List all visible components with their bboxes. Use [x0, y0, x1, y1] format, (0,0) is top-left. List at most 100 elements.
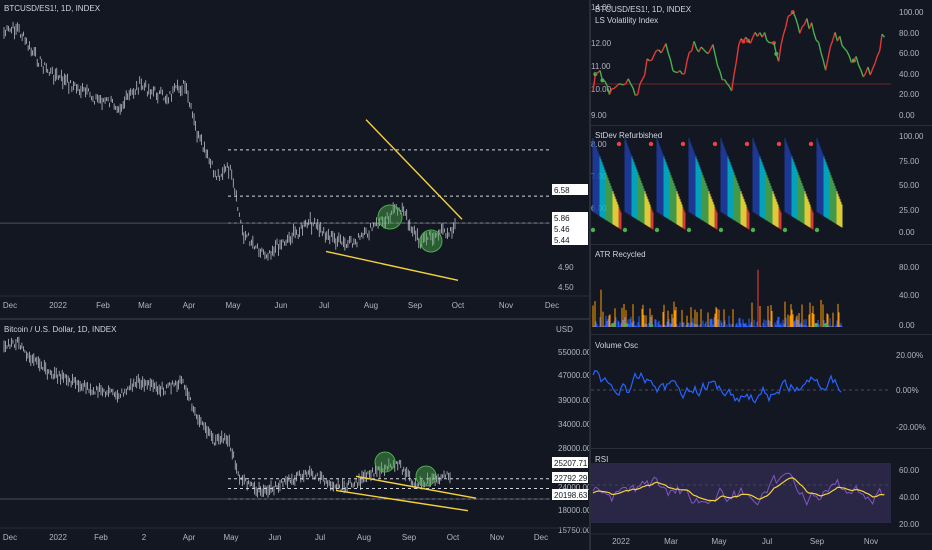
volatility-line-segment[interactable]	[862, 72, 867, 78]
volatility-line-segment[interactable]	[698, 46, 702, 53]
volatility-line-segment[interactable]	[867, 66, 871, 76]
volatility-line-segment[interactable]	[834, 32, 839, 42]
volatility-line-segment[interactable]	[613, 85, 617, 90]
volatility-line-segment[interactable]	[813, 32, 817, 41]
signal-dot[interactable]	[782, 227, 788, 233]
signal-dot[interactable]	[824, 323, 828, 327]
volatility-line-segment[interactable]	[632, 87, 636, 96]
volatility-line-segment[interactable]	[738, 38, 742, 46]
volatility-line-segment[interactable]	[815, 39, 820, 43]
highlight-circle[interactable]	[419, 229, 443, 253]
volatility-line-segment[interactable]	[827, 46, 832, 59]
volatility-line-segment[interactable]	[724, 79, 728, 84]
signal-dot[interactable]	[712, 141, 718, 147]
trend-line[interactable]	[325, 250, 459, 282]
volatility-line-segment[interactable]	[665, 43, 669, 54]
volatility-line-segment[interactable]	[749, 37, 754, 44]
volatility-line-segment[interactable]	[872, 63, 876, 69]
volatility-line-segment[interactable]	[689, 50, 693, 53]
volatility-line-segment[interactable]	[810, 22, 815, 34]
signal-dot[interactable]	[814, 227, 820, 233]
rsi-pane[interactable]: 60.00 40.00 20.00 2022 Mar May Jul Sep Nov RSI	[591, 449, 932, 550]
volatility-line-segment[interactable]	[712, 44, 716, 55]
signal-dot[interactable]	[680, 141, 686, 147]
btc-usd-plot[interactable]: 55000.00 47000.00 39000.00 34000.00 28000.00…	[0, 320, 589, 550]
volatility-line-segment[interactable]	[660, 48, 665, 54]
signal-dot[interactable]	[814, 323, 818, 327]
volatility-line-segment[interactable]	[719, 70, 723, 81]
signal-dot[interactable]	[624, 323, 628, 327]
highlight-circle[interactable]	[415, 465, 437, 487]
volatility-line-segment[interactable]	[806, 18, 810, 30]
volatility-line-segment[interactable]	[785, 16, 789, 28]
signal-dot[interactable]	[750, 227, 756, 233]
rsi-plot[interactable]: 60.00 40.00 20.00 2022 Mar May Jul Sep Nov	[591, 449, 932, 550]
volatility-line-segment[interactable]	[700, 46, 704, 50]
volatility-line-segment[interactable]	[817, 42, 822, 53]
volatility-line-segment[interactable]	[672, 70, 676, 73]
volatility-line-segment[interactable]	[839, 36, 843, 46]
volatility-line-segment[interactable]	[669, 59, 674, 71]
signal-dot[interactable]	[686, 227, 692, 233]
volatility-line-segment[interactable]	[730, 74, 735, 92]
btc-es-ratio-plot[interactable]: 6.58 5.86 5.46 5.44 4.90 4.50 Dec 2022 Feb Mar Apr…	[0, 0, 589, 318]
signal-dot[interactable]	[591, 227, 596, 233]
volatility-line-segment[interactable]	[716, 65, 721, 72]
volume-osc-line[interactable]	[592, 370, 842, 404]
volatility-line-segment[interactable]	[644, 58, 648, 76]
volatility-line-segment[interactable]	[857, 64, 862, 71]
volatility-index-pane[interactable]: 14.00 12.00 11.00 10.00 9.00 100.00 80.00 60.00…	[591, 0, 932, 125]
volatility-line-segment[interactable]	[702, 48, 707, 53]
signal-dot[interactable]	[611, 323, 615, 327]
volatility-line-segment[interactable]	[627, 78, 632, 85]
volume-osc-plot[interactable]: 20.00% 0.00% -20.00%	[591, 335, 932, 448]
volatility-line-segment[interactable]	[860, 69, 864, 78]
volatility-line-segment[interactable]	[801, 23, 806, 28]
trend-line[interactable]	[365, 119, 463, 220]
signal-dot[interactable]	[616, 141, 622, 147]
volatility-line-segment[interactable]	[691, 41, 695, 52]
volatility-line-segment[interactable]	[707, 49, 712, 55]
volatility-line-segment[interactable]	[683, 60, 688, 74]
volatility-line-segment[interactable]	[653, 50, 658, 56]
signal-dot[interactable]	[648, 141, 654, 147]
signal-dot[interactable]	[808, 141, 814, 147]
volume-osc-pane[interactable]: 20.00% 0.00% -20.00% Volume Osc	[591, 335, 932, 448]
volatility-line-segment[interactable]	[824, 58, 829, 71]
volatility-line-segment[interactable]	[735, 44, 740, 62]
volatility-line-segment[interactable]	[602, 79, 605, 82]
signal-dot[interactable]	[649, 323, 653, 327]
volatility-line-segment[interactable]	[879, 34, 883, 52]
volatility-line-segment[interactable]	[636, 83, 641, 95]
highlight-circle[interactable]	[374, 451, 396, 473]
btc-es-ratio-chart[interactable]: 6.58 5.86 5.46 5.44 4.90 4.50 Dec 2022 Feb Mar Apr…	[0, 0, 589, 318]
volatility-line-segment[interactable]	[843, 47, 848, 52]
volatility-line-segment[interactable]	[667, 52, 672, 61]
volatility-line-segment[interactable]	[794, 16, 799, 24]
volatility-line-segment[interactable]	[876, 50, 881, 57]
volatility-line-segment[interactable]	[787, 14, 791, 17]
volatility-line-segment[interactable]	[639, 79, 643, 85]
signal-dot[interactable]	[622, 227, 628, 233]
volatility-line-segment[interactable]	[796, 23, 801, 34]
highlight-circle[interactable]	[377, 204, 403, 230]
atr-pane[interactable]: 80.00 40.00 0.00 ATR Recycled	[591, 245, 932, 334]
btc-usd-chart[interactable]: 55000.00 47000.00 39000.00 34000.00 28000.00…	[0, 320, 589, 550]
volatility-line-segment[interactable]	[769, 41, 772, 44]
signal-dot[interactable]	[654, 227, 660, 233]
volatility-line-segment[interactable]	[848, 55, 853, 63]
volatility-line-segment[interactable]	[780, 34, 785, 46]
volatility-line-segment[interactable]	[846, 50, 850, 57]
volatility-line-segment[interactable]	[714, 54, 719, 66]
volatility-line-segment[interactable]	[881, 33, 885, 38]
volatility-line-segment[interactable]	[841, 45, 845, 49]
volatility-line-segment[interactable]	[782, 27, 787, 36]
volatility-line-segment[interactable]	[679, 70, 683, 75]
volatility-line-segment[interactable]	[693, 41, 698, 49]
volatility-line-segment[interactable]	[651, 54, 655, 61]
volatility-line-segment[interactable]	[777, 44, 782, 62]
stdev-plot[interactable]: 8.007.006.00100.0075.0050.0025.000.00	[591, 126, 932, 244]
volatility-line-segment[interactable]	[829, 40, 834, 48]
volatility-line-segment[interactable]	[874, 55, 879, 64]
volatility-line-segment[interactable]	[641, 74, 646, 80]
